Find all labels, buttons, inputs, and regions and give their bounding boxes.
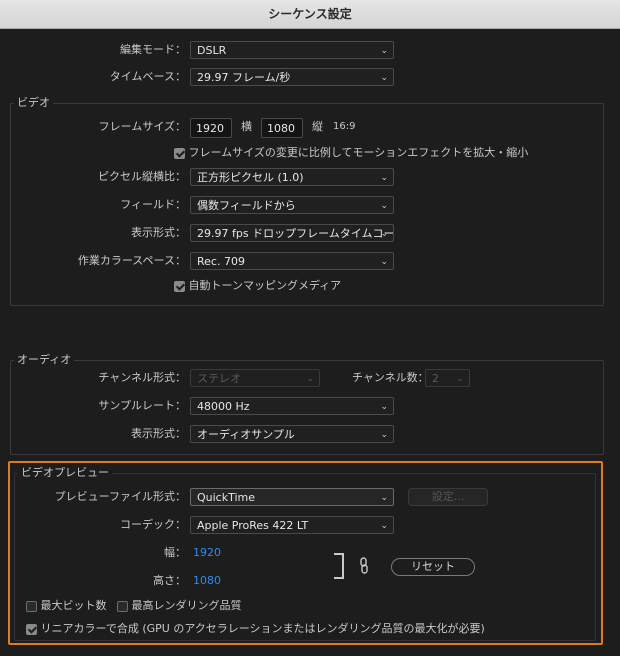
linear-color-label: リニアカラーで合成 (GPU のアクセラレーションまたはレンダリング品質の最大化…	[40, 622, 485, 635]
chevron-down-icon: ⌄	[380, 229, 388, 239]
sample-rate-label: サンプルレート：	[98, 399, 186, 412]
scale-motion-label: フレームサイズの変更に比例してモーションエフェクトを拡大・縮小	[188, 146, 529, 159]
preview-format-dropdown[interactable]: QuickTime ⌄	[190, 488, 394, 506]
preview-width-value[interactable]: 1920	[193, 543, 221, 563]
codec-label: コーデック：	[120, 518, 186, 531]
window-title: シーケンス設定	[0, 0, 620, 29]
max-render-quality-checkbox[interactable]: 最高レンダリング品質	[117, 599, 242, 613]
channel-format-value: ステレオ	[197, 372, 241, 385]
max-bit-depth-checkbox[interactable]: 最大ビット数	[26, 599, 107, 613]
chevron-down-icon: ⌄	[380, 201, 388, 211]
auto-tone-checkbox[interactable]: 自動トーンマッピングメディア	[174, 279, 341, 293]
fields-label: フィールド：	[120, 198, 186, 211]
timebase-dropdown[interactable]: 29.97 フレーム/秒 ⌄	[190, 68, 394, 86]
max-bit-depth-label: 最大ビット数	[40, 599, 107, 612]
color-space-value: Rec. 709	[197, 255, 245, 268]
checkbox-checked-icon	[174, 147, 185, 159]
chain-link-icon[interactable]	[358, 557, 370, 578]
channel-count-dropdown[interactable]: 2 ⌄	[425, 369, 470, 387]
chevron-down-icon: ⌄	[380, 430, 388, 440]
audio-section-title: オーディオ	[14, 353, 75, 367]
scale-motion-checkbox[interactable]: フレームサイズの変更に比例してモーションエフェクトを拡大・縮小	[174, 146, 528, 160]
chevron-down-icon: ⌄	[380, 402, 388, 412]
chevron-down-icon: ⌄	[380, 493, 388, 503]
preview-height-value[interactable]: 1080	[193, 571, 221, 591]
color-space-label: 作業カラースペース：	[77, 254, 186, 267]
pixel-aspect-dropdown[interactable]: 正方形ピクセル (1.0) ⌄	[190, 168, 394, 186]
codec-dropdown[interactable]: Apple ProRes 422 LT ⌄	[190, 516, 394, 534]
video-preview-section-title: ビデオプレビュー	[18, 466, 112, 480]
video-display-format-value: 29.97 fps ドロップフレームタイムコード	[197, 227, 394, 240]
chevron-down-icon: ⌄	[380, 257, 388, 267]
channel-count-value: 2	[432, 372, 439, 385]
sample-rate-value: 48000 Hz	[197, 400, 250, 413]
video-display-format-label: 表示形式：	[131, 226, 186, 239]
audio-display-format-dropdown[interactable]: オーディオサンプル ⌄	[190, 425, 394, 443]
chevron-down-icon: ⌄	[380, 173, 388, 183]
chevron-down-icon: ⌄	[380, 73, 388, 83]
checkbox-checked-icon	[174, 280, 185, 292]
link-bracket	[334, 553, 344, 579]
frame-v-label: 縦	[312, 120, 323, 133]
color-space-dropdown[interactable]: Rec. 709 ⌄	[190, 252, 394, 270]
edit-mode-label: 編集モード：	[120, 43, 186, 56]
channel-format-label: チャンネル形式：	[98, 371, 186, 384]
auto-tone-label: 自動トーンマッピングメディア	[188, 279, 342, 292]
preview-width-label: 幅：	[164, 546, 186, 559]
audio-display-format-label: 表示形式：	[131, 427, 186, 440]
frame-width-input[interactable]: 1920	[190, 118, 232, 138]
fields-dropdown[interactable]: 偶数フィールドから ⌄	[190, 196, 394, 214]
video-section-title: ビデオ	[14, 96, 53, 110]
aspect-ratio: 16:9	[333, 121, 356, 132]
fields-value: 偶数フィールドから	[197, 199, 296, 212]
frame-size-label: フレームサイズ：	[98, 120, 186, 133]
preview-format-label: プレビューファイル形式：	[54, 490, 186, 503]
pixel-aspect-value: 正方形ピクセル (1.0)	[197, 171, 304, 184]
linear-color-checkbox[interactable]: リニアカラーで合成 (GPU のアクセラレーションまたはレンダリング品質の最大化…	[26, 622, 485, 636]
preview-format-value: QuickTime	[197, 491, 256, 504]
timebase-value: 29.97 フレーム/秒	[197, 71, 291, 84]
max-render-quality-label: 最高レンダリング品質	[131, 599, 242, 612]
channel-count-label: チャンネル数：	[352, 371, 429, 384]
pixel-aspect-label: ピクセル縦横比：	[98, 170, 186, 183]
chevron-down-icon: ⌄	[380, 521, 388, 531]
checkbox-icon	[26, 600, 37, 612]
sample-rate-dropdown[interactable]: 48000 Hz ⌄	[190, 397, 394, 415]
checkbox-checked-icon	[26, 623, 37, 635]
video-display-format-dropdown[interactable]: 29.97 fps ドロップフレームタイムコード ⌄	[190, 224, 394, 242]
frame-h-label: 横	[241, 120, 252, 133]
codec-value: Apple ProRes 422 LT	[197, 519, 309, 532]
reset-button[interactable]: リセット	[391, 558, 475, 576]
chevron-down-icon: ⌄	[380, 46, 388, 56]
settings-button[interactable]: 設定...	[408, 488, 488, 506]
preview-height-label: 高さ：	[153, 574, 186, 587]
checkbox-icon	[117, 600, 128, 612]
timebase-label: タイムベース：	[109, 70, 186, 83]
audio-display-format-value: オーディオサンプル	[197, 428, 295, 441]
edit-mode-dropdown[interactable]: DSLR ⌄	[190, 41, 394, 59]
frame-height-input[interactable]: 1080	[261, 118, 303, 138]
channel-format-dropdown[interactable]: ステレオ ⌄	[190, 369, 320, 387]
chevron-down-icon: ⌄	[456, 374, 464, 384]
edit-mode-value: DSLR	[197, 44, 227, 57]
chevron-down-icon: ⌄	[306, 374, 314, 384]
